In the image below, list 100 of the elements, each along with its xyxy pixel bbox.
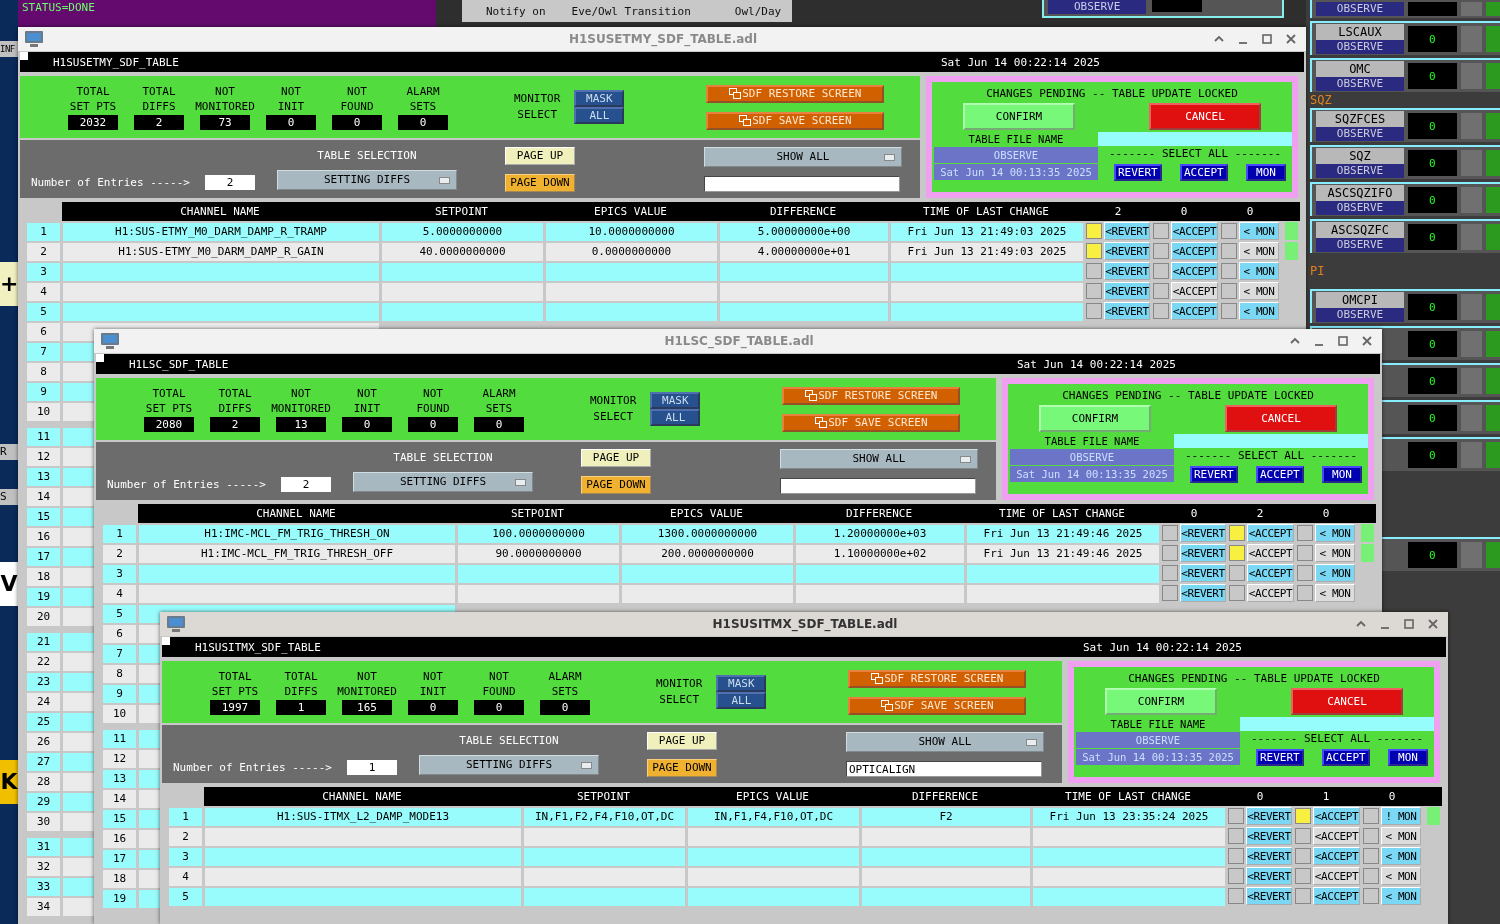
maximize-icon[interactable] [1402, 617, 1416, 631]
cancel-button[interactable]: CANCEL [1149, 103, 1261, 130]
node-button[interactable]: ASCSQZFC [1316, 222, 1404, 238]
monitor-select-button[interactable]: ALL [716, 692, 767, 709]
select-checkbox[interactable] [1228, 888, 1244, 904]
select-checkbox[interactable] [1295, 828, 1311, 844]
cancel-button[interactable]: CANCEL [1291, 688, 1403, 715]
row-action-button[interactable]: <REVERT [1246, 847, 1292, 865]
show-all-dropdown[interactable]: SHOW ALL [703, 146, 902, 167]
file-name-field[interactable] [1174, 434, 1368, 448]
row-action-button[interactable]: <ACCEPT [1171, 222, 1218, 240]
row-action-button[interactable]: < MON [1381, 827, 1421, 845]
select-checkbox[interactable] [1229, 545, 1245, 561]
row-action-button[interactable]: <REVERT [1246, 867, 1292, 885]
select-checkbox[interactable] [1086, 243, 1102, 259]
close-icon[interactable] [1426, 617, 1440, 631]
row-action-button[interactable]: <REVERT [1246, 827, 1292, 845]
select-all-button[interactable]: MON [1246, 164, 1286, 181]
row-action-button[interactable]: <REVERT [1246, 807, 1292, 825]
row-action-button[interactable]: <ACCEPT [1171, 282, 1218, 300]
select-checkbox[interactable] [1221, 243, 1237, 259]
select-all-button[interactable]: REVERT [1190, 466, 1238, 483]
row-action-button[interactable]: <REVERT [1104, 302, 1150, 320]
select-checkbox[interactable] [1228, 828, 1244, 844]
select-checkbox[interactable] [1297, 585, 1313, 601]
row-action-button[interactable]: <REVERT [1104, 262, 1150, 280]
row-action-button[interactable]: <ACCEPT [1171, 242, 1218, 260]
node-button[interactable]: LSCAUX [1316, 24, 1404, 40]
node-button[interactable]: OMCPI [1316, 292, 1404, 308]
select-checkbox[interactable] [1086, 303, 1102, 319]
select-checkbox[interactable] [1086, 223, 1102, 239]
select-checkbox[interactable] [1297, 565, 1313, 581]
table-selection-dropdown[interactable]: SETTING DIFFS [418, 754, 599, 775]
row-action-button[interactable]: <REVERT [1246, 887, 1292, 905]
node-button[interactable]: ASCSQZIFO [1316, 185, 1404, 201]
select-checkbox[interactable] [1221, 223, 1237, 239]
select-checkbox[interactable] [1153, 303, 1169, 319]
panel-button[interactable]: INF [0, 41, 18, 57]
row-action-button[interactable]: < MON [1239, 222, 1279, 240]
row-action-button[interactable]: <REVERT [1104, 222, 1150, 240]
select-checkbox[interactable] [1162, 545, 1178, 561]
page-up-button[interactable]: PAGE UP [580, 448, 651, 467]
select-checkbox[interactable] [1162, 565, 1178, 581]
row-action-button[interactable]: < MON [1315, 564, 1355, 582]
monitor-select-button[interactable]: MASK [650, 392, 701, 409]
select-all-button[interactable]: ACCEPT [1322, 749, 1370, 766]
node-button[interactable]: SQZ [1316, 148, 1404, 164]
entries-field[interactable]: 1 [346, 760, 397, 775]
panel-button[interactable]: S [0, 489, 18, 505]
row-action-button[interactable]: <ACCEPT [1247, 564, 1294, 582]
row-action-button[interactable]: < MON [1239, 282, 1279, 300]
row-action-button[interactable]: <ACCEPT [1247, 584, 1294, 602]
select-checkbox[interactable] [1363, 888, 1379, 904]
filter-field[interactable] [703, 175, 900, 192]
node-button[interactable]: SQZFCES [1316, 111, 1404, 127]
select-checkbox[interactable] [1162, 585, 1178, 601]
show-all-dropdown[interactable]: SHOW ALL [845, 731, 1044, 752]
select-checkbox[interactable] [1295, 868, 1311, 884]
row-action-button[interactable]: < MON [1239, 262, 1279, 280]
select-checkbox[interactable] [1295, 808, 1311, 824]
select-checkbox[interactable] [1229, 565, 1245, 581]
select-checkbox[interactable] [1229, 525, 1245, 541]
row-action-button[interactable]: <ACCEPT [1171, 262, 1218, 280]
row-action-button[interactable]: <REVERT [1180, 564, 1226, 582]
entries-field[interactable]: 2 [204, 175, 255, 190]
table-selection-dropdown[interactable]: SETTING DIFFS [352, 471, 533, 492]
row-action-button[interactable]: < MON [1381, 847, 1421, 865]
select-all-button[interactable]: REVERT [1256, 749, 1304, 766]
select-checkbox[interactable] [1086, 263, 1102, 279]
select-checkbox[interactable] [1295, 848, 1311, 864]
confirm-button[interactable]: CONFIRM [1105, 688, 1217, 715]
select-checkbox[interactable] [1162, 525, 1178, 541]
select-checkbox[interactable] [1363, 868, 1379, 884]
row-action-button[interactable]: <ACCEPT [1247, 524, 1294, 542]
page-down-button[interactable]: PAGE DOWN [580, 475, 651, 494]
select-checkbox[interactable] [1229, 585, 1245, 601]
select-checkbox[interactable] [1297, 525, 1313, 541]
row-action-button[interactable]: <ACCEPT [1313, 887, 1360, 905]
row-action-button[interactable]: < MON [1239, 242, 1279, 260]
page-down-button[interactable]: PAGE DOWN [646, 758, 717, 777]
row-action-button[interactable]: < MON [1381, 867, 1421, 885]
select-checkbox[interactable] [1363, 828, 1379, 844]
select-all-button[interactable]: ACCEPT [1256, 466, 1304, 483]
show-all-dropdown[interactable]: SHOW ALL [779, 448, 978, 469]
row-action-button[interactable]: <ACCEPT [1313, 827, 1360, 845]
select-checkbox[interactable] [1363, 848, 1379, 864]
select-checkbox[interactable] [1228, 808, 1244, 824]
row-action-button[interactable]: <ACCEPT [1313, 867, 1360, 885]
select-all-button[interactable]: MON [1322, 466, 1362, 483]
row-action-button[interactable]: < MON [1315, 544, 1355, 562]
filter-field[interactable] [779, 477, 976, 494]
select-checkbox[interactable] [1228, 848, 1244, 864]
row-action-button[interactable]: <REVERT [1180, 524, 1226, 542]
node-button[interactable]: OMC [1316, 61, 1404, 77]
select-checkbox[interactable] [1086, 283, 1102, 299]
monitor-select-button[interactable]: MASK [574, 90, 625, 107]
select-checkbox[interactable] [1153, 283, 1169, 299]
select-checkbox[interactable] [1153, 223, 1169, 239]
row-action-button[interactable]: <ACCEPT [1171, 302, 1218, 320]
select-all-button[interactable]: REVERT [1114, 164, 1162, 181]
